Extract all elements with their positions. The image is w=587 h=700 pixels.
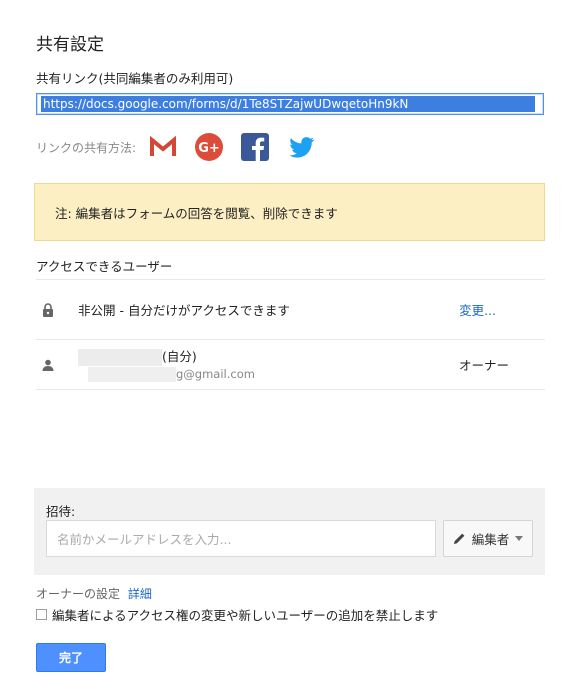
divider <box>36 389 545 390</box>
share-link-value: https://docs.google.com/forms/d/1Te8STZa… <box>41 96 535 112</box>
owner-email-redacted <box>88 366 176 382</box>
change-access-link[interactable]: 変更... <box>459 300 496 319</box>
invite-input[interactable]: 名前かメールアドレスを入力... <box>46 520 436 557</box>
access-row-owner: (自分) g@gmail.com オーナー <box>36 340 545 389</box>
role-dropdown-button[interactable]: 編集者 <box>443 520 533 557</box>
svg-text:G+: G+ <box>198 141 220 156</box>
owner-info: (自分) g@gmail.com <box>78 348 459 382</box>
restrict-editors-option[interactable]: 編集者によるアクセス権の変更や新しいユーザーの追加を禁止します <box>36 605 438 624</box>
invite-placeholder: 名前かメールアドレスを入力... <box>57 532 232 547</box>
person-icon <box>36 359 60 371</box>
caret-down-icon <box>515 536 524 541</box>
share-via-row: リンクの共有方法: G+ <box>36 132 332 162</box>
restrict-editors-label[interactable]: 編集者によるアクセス権の変更や新しいユーザーの追加を禁止します <box>52 605 438 624</box>
access-section-title: アクセスできるユーザー <box>36 259 173 274</box>
facebook-icon[interactable] <box>240 132 270 162</box>
lock-icon <box>36 302 60 317</box>
owner-role-label: オーナー <box>458 358 509 373</box>
share-via-label: リンクの共有方法: <box>36 140 137 155</box>
invite-label: 招待: <box>46 504 76 519</box>
private-status-text: 非公開 - 自分だけがアクセスできます <box>78 303 290 318</box>
owner-email: g@gmail.com <box>176 366 255 381</box>
owner-self-label: (自分) <box>162 348 197 364</box>
restrict-editors-checkbox[interactable] <box>36 609 47 620</box>
share-link-label: 共有リンク(共同編集者のみ利用可) <box>36 71 234 86</box>
gmail-icon[interactable] <box>148 132 178 162</box>
details-link[interactable]: 詳細 <box>128 587 152 601</box>
pencil-icon <box>453 532 466 545</box>
twitter-icon[interactable] <box>286 132 316 162</box>
share-link-field[interactable]: https://docs.google.com/forms/d/1Te8STZa… <box>36 93 544 115</box>
invite-panel: 招待: 名前かメールアドレスを入力... 編集者 <box>34 488 545 575</box>
dialog-title: 共有設定 <box>36 35 104 55</box>
owner-settings: オーナーの設定 詳細 <box>36 585 152 602</box>
owner-name-redacted <box>78 348 162 366</box>
editor-note-banner: 注: 編集者はフォームの回答を閲覧、削除できます <box>34 183 545 241</box>
access-row-private: 非公開 - 自分だけがアクセスできます 変更... <box>36 280 545 339</box>
role-button-label: 編集者 <box>471 532 510 547</box>
done-button[interactable]: 完了 <box>36 643 106 672</box>
editor-note-text: 注: 編集者はフォームの回答を閲覧、削除できます <box>55 205 338 221</box>
google-plus-icon[interactable]: G+ <box>194 132 224 162</box>
owner-settings-label: オーナーの設定 <box>36 587 121 601</box>
